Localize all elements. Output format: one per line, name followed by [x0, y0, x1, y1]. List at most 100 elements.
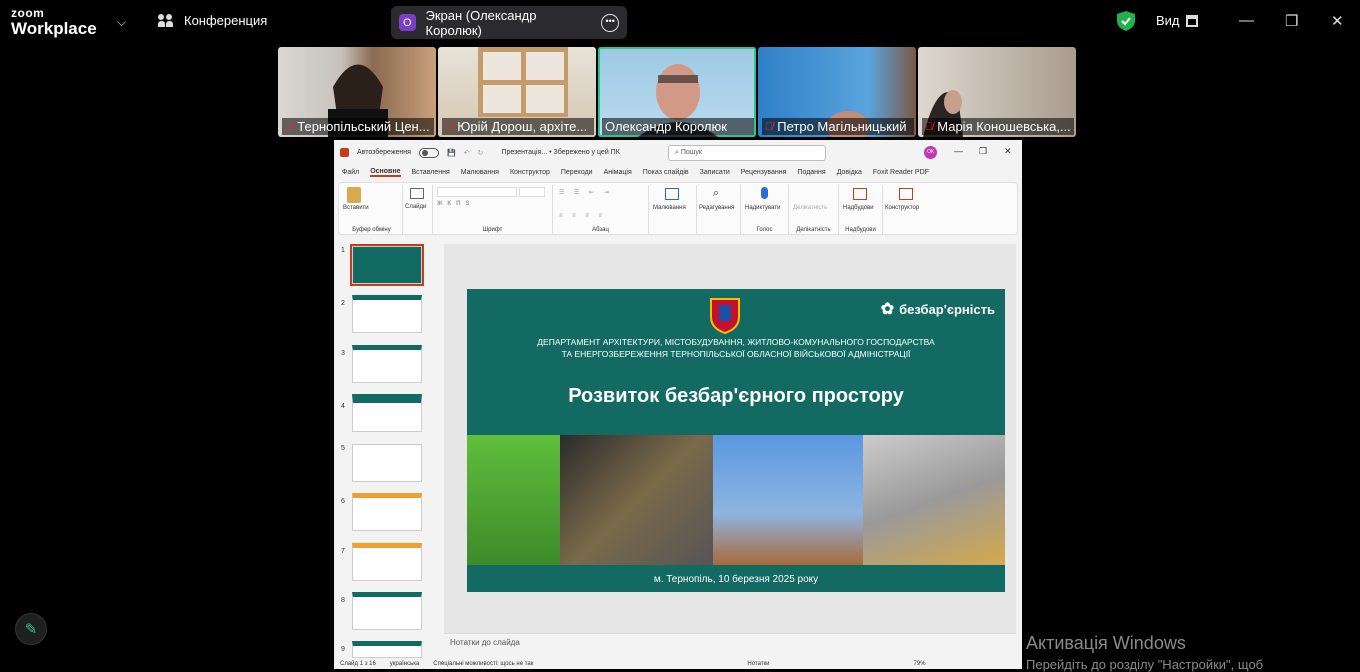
tab-record[interactable]: Записати [700, 169, 730, 176]
drawing-group: Малювання [649, 185, 697, 234]
slide-counter: Слайд 1 з 16 [340, 660, 376, 667]
tab-design[interactable]: Конструктор [510, 169, 550, 176]
chevron-down-icon[interactable]: ⌵ [117, 15, 126, 30]
participant-tile[interactable]: 🎙̸ Тернопільський Цен... [278, 47, 436, 137]
slide-thumbnail[interactable]: 9 [341, 641, 422, 658]
participant-strip: 🎙̸ Тернопільський Цен... 🎙̸ Юрій Дорош, ар… [278, 47, 1078, 137]
paste-icon[interactable] [347, 187, 361, 203]
paragraph-label: Абзац [592, 227, 609, 233]
restore-button[interactable]: ❐ [1285, 12, 1298, 30]
pencil-icon: ✎ [24, 621, 38, 638]
slide-thumbnail[interactable]: 1 [341, 244, 424, 286]
wheelchair-photo [560, 435, 713, 565]
tab-foxit[interactable]: Foxit Reader PDF [873, 169, 929, 176]
shared-powerpoint-window: Автозбереження 💾 ↶ ↻ Презентація... • Зб… [334, 140, 1022, 669]
zoom-logo: zoom Workplace [11, 7, 97, 37]
notes-field[interactable]: Нотатки до слайда [444, 633, 1016, 655]
participant-tile[interactable]: 🎙̸ Юрій Дорош, архіте... [438, 47, 596, 137]
drawing-button[interactable]: Малювання [653, 205, 686, 211]
view-label: Вид [1156, 13, 1180, 28]
list-buttons[interactable]: ☰ ☰ ⇤ ⇥ [559, 189, 613, 196]
font-size-field[interactable] [519, 187, 545, 197]
ppt-minimize-button[interactable]: — [954, 146, 963, 156]
save-icon[interactable]: 💾 [447, 149, 456, 157]
participant-tile[interactable]: 🎙̸ Петро Магільницький [758, 47, 916, 137]
brand-logo: ✿ безбар'єрність [881, 299, 995, 319]
search-box[interactable]: ⌕ Пошук [668, 145, 826, 161]
align-buttons[interactable]: ≡ ≡ ≡ ≡ [559, 213, 606, 219]
tab-slideshow[interactable]: Показ слайдів [643, 169, 689, 176]
tab-insert[interactable]: Вставлення [412, 169, 450, 176]
slides-button[interactable]: Слайди [405, 204, 426, 210]
file-name[interactable]: Презентація... • Збережено у цей ПК [501, 149, 619, 156]
meeting-info-button[interactable]: Конференция [158, 13, 267, 28]
tab-file[interactable]: Файл [342, 169, 359, 176]
grid-icon [1185, 14, 1198, 27]
addins-icon[interactable] [853, 188, 867, 200]
ppt-close-button[interactable]: ✕ [1004, 146, 1012, 157]
security-shield-icon[interactable] [1117, 11, 1135, 31]
slide-thumbnail[interactable]: 8 [341, 592, 422, 630]
share-label: Экран (Олександр Королюк) [425, 7, 537, 38]
participant-name: 🎙̸ Петро Магільницький [762, 118, 914, 135]
notes-button[interactable]: Нотатки [747, 661, 769, 667]
slide-thumbnail[interactable]: 7 [341, 543, 422, 581]
annotate-pencil-button[interactable]: ✎ [15, 613, 47, 645]
redo-icon[interactable]: ↻ [478, 149, 484, 157]
tab-draw[interactable]: Малювання [461, 169, 499, 176]
screen-share-indicator[interactable]: О Экран (Олександр Королюк) ••• [391, 6, 627, 39]
slide-thumbnail[interactable]: 6 [341, 493, 422, 531]
tab-animations[interactable]: Анімація [604, 169, 632, 176]
slide-thumbnail[interactable]: 5 [341, 444, 422, 482]
slide-canvas[interactable]: ✿ безбар'єрність ДЕПАРТАМЕНТ АРХІТЕКТУРИ… [444, 244, 1016, 642]
tab-view[interactable]: Подання [797, 169, 825, 176]
user-avatar[interactable]: ОК [924, 146, 937, 159]
more-options-icon[interactable]: ••• [601, 13, 619, 32]
zoom-level[interactable]: 79% [914, 661, 926, 667]
people-icon [158, 13, 176, 28]
slide-thumbnail[interactable]: 4 [341, 394, 422, 432]
font-name-field[interactable] [437, 187, 517, 197]
microphone-icon[interactable] [761, 187, 768, 199]
participant-tile-active[interactable]: Олександр Королюк [598, 47, 756, 137]
ribbon-tabs: Файл Основне Вставлення Малювання Констр… [334, 165, 1022, 180]
coat-of-arms-icon [710, 298, 740, 335]
tab-transitions[interactable]: Переходи [561, 169, 593, 176]
ribbon: Вставити Буфер обміну Слайди ЖКПS Шрифт … [338, 182, 1018, 235]
font-format-buttons[interactable]: ЖКПS [437, 201, 474, 207]
clipboard-group: Вставити Буфер обміну [341, 185, 403, 234]
designer-icon[interactable] [899, 188, 913, 200]
close-button[interactable]: ✕ [1331, 12, 1344, 30]
language-status[interactable]: українська [390, 661, 420, 667]
accessibility-status[interactable]: Спеціальні можливості: щось не так [433, 661, 533, 667]
minimize-button[interactable]: — [1239, 12, 1254, 29]
editing-button[interactable]: Редагування [699, 205, 734, 211]
ppt-restore-button[interactable]: ❐ [979, 146, 987, 157]
tab-review[interactable]: Рецензування [741, 169, 787, 176]
addins-button[interactable]: Надбудови [843, 205, 874, 211]
slide-thumbnail[interactable]: 3 [341, 345, 422, 383]
new-slide-icon[interactable] [410, 188, 424, 199]
autosave-toggle[interactable] [418, 147, 439, 158]
participant-name: Олександр Королюк [602, 118, 754, 135]
participant-tile[interactable]: 🎙̸ Марія Коношевська,... [918, 47, 1076, 137]
font-group: ЖКПS Шрифт [433, 185, 553, 234]
tab-help[interactable]: Довідка [837, 169, 862, 176]
shapes-icon[interactable] [665, 188, 679, 200]
sharer-avatar: О [399, 14, 416, 31]
paste-button[interactable]: Вставити [343, 205, 369, 211]
slide-title: Розвиток безбар'єрного простору [568, 385, 904, 407]
addins-group: Надбудови Надбудови [839, 185, 883, 234]
sensitivity-button[interactable]: Делікатність [793, 205, 827, 211]
undo-icon[interactable]: ↶ [464, 149, 470, 157]
tab-home[interactable]: Основне [370, 168, 401, 177]
search-icon[interactable]: ⌕ [713, 187, 719, 200]
clock-tower-photo [713, 435, 863, 565]
view-button[interactable]: Вид [1156, 13, 1198, 28]
slide-thumbnail[interactable]: 2 [341, 295, 422, 333]
designer-group: Конструктор [883, 185, 933, 234]
designer-button[interactable]: Конструктор [885, 205, 919, 211]
dictate-button[interactable]: Надиктувати [745, 205, 780, 211]
brand-text: безбар'єрність [899, 301, 995, 317]
muted-mic-icon: 🎙̸ [285, 120, 294, 133]
